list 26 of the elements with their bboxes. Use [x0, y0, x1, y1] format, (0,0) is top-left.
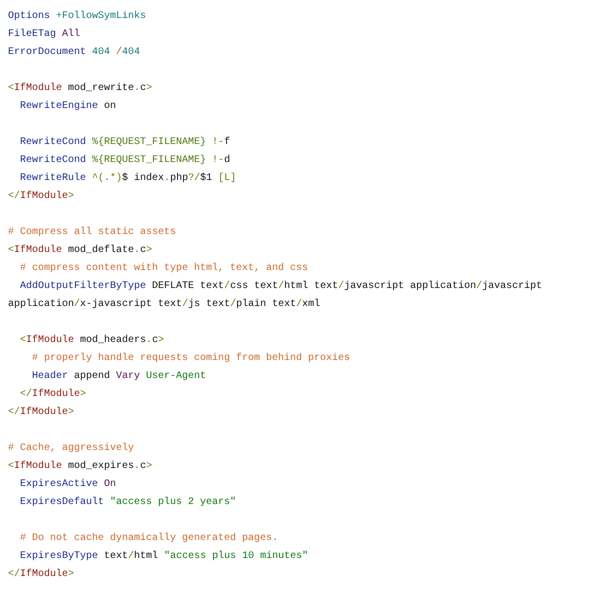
code-line: <IfModule mod_deflate.c> [8, 244, 152, 258]
code-line: FileETag All [8, 28, 80, 42]
code-line: Options +FollowSymLinks [8, 10, 146, 24]
code-line: <IfModule mod_headers.c> [19, 334, 164, 348]
code-line: </IfModule> [8, 568, 74, 582]
code-line: ErrorDocument 404 /404 [8, 46, 140, 60]
code-line: <IfModule mod_rewrite.c> [8, 82, 152, 96]
code-line: </IfModule> [19, 388, 86, 402]
code-line: application/x-javascript text/js text/plain text/xml [8, 298, 320, 312]
code-line: </IfModule> [8, 190, 74, 204]
code-line: <IfModule mod_expires.c> [8, 460, 152, 474]
code-line: # Cache, aggressively [8, 442, 134, 456]
code-line: ExpiresDefault "access plus 2 years" [19, 496, 236, 510]
code-line: # compress content with type html, text, and css [19, 262, 308, 276]
code-line: </IfModule> [8, 406, 74, 420]
code-line: # properly handle requests coming from behind proxies [31, 352, 350, 366]
code-line: # Compress all static assets [8, 226, 176, 240]
code-line: RewriteRule ^(.*)$ index.php?/$1 [L] [19, 172, 236, 186]
code-line: # Do not cache dynamically generated pages. [19, 532, 278, 546]
code-line: AddOutputFilterByType DEFLATE text/css text/html text/javascript application/javascript [19, 280, 542, 294]
code-line: RewriteCond %{REQUEST_FILENAME} !-f [19, 136, 230, 150]
code-line: RewriteCond %{REQUEST_FILENAME} !-d [19, 154, 230, 168]
code-line: RewriteEngine on [19, 100, 116, 114]
code-line: ExpiresByType text/html "access plus 10 minutes" [19, 550, 308, 564]
code-line: ExpiresActive On [19, 478, 116, 492]
code-line: Header append Vary User-Agent [31, 370, 206, 384]
